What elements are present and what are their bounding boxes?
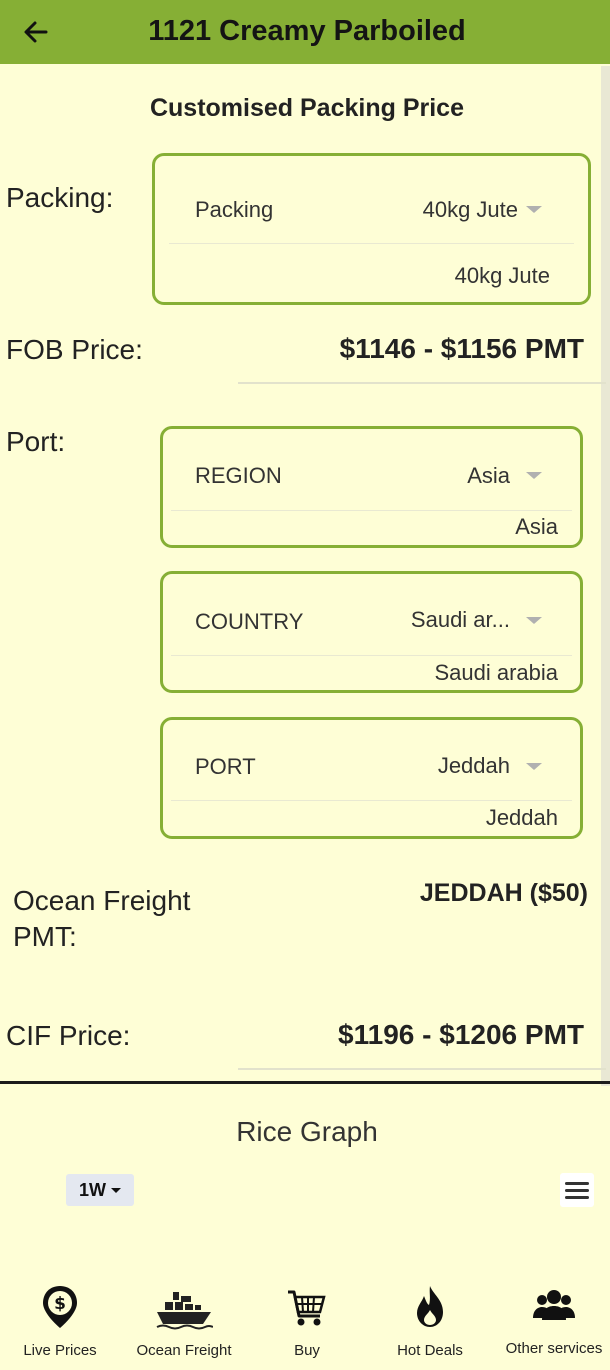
chevron-down-icon [526, 617, 542, 624]
packing-label: Packing: [6, 182, 114, 213]
packing-select[interactable]: Packing 40kg Jute 40kg Jute [152, 153, 591, 305]
ocean-freight-value: JEDDAH ($50) [419, 879, 588, 907]
port-select-label: PORT [195, 754, 256, 779]
scrollbar[interactable] [601, 66, 610, 1086]
packing-current-value: 40kg Jute [454, 263, 550, 288]
hamburger-menu-icon[interactable] [560, 1173, 594, 1207]
graph-title: Rice Graph [236, 1116, 378, 1147]
nav-label: Hot Deals [397, 1342, 463, 1359]
divider [238, 1068, 606, 1070]
nav-item-live-prices[interactable]: $ Live Prices [0, 1284, 121, 1359]
cif-label: CIF Price: [6, 1020, 131, 1051]
app-bar: 1121 Creamy Parboiled [0, 0, 610, 64]
country-select-value: Saudi ar... [410, 607, 510, 632]
packing-divider [169, 243, 574, 244]
nav-item-ocean-freight[interactable]: Ocean Freight [123, 1284, 245, 1359]
users-icon [533, 1290, 575, 1320]
region-select-value: Asia [467, 463, 510, 488]
nav-item-hot-deals[interactable]: Hot Deals [369, 1284, 491, 1359]
bottom-navigation: $ Live Prices Ocean Freight Buy Hot Deal… [0, 1270, 610, 1370]
country-select-label: COUNTRY [195, 609, 304, 634]
divider [238, 382, 606, 384]
range-selector-button[interactable]: 1W [66, 1174, 134, 1206]
page-title: 1121 Creamy Parboiled [148, 15, 466, 47]
svg-text:$: $ [54, 1294, 66, 1314]
range-selector-label: 1W [79, 1179, 106, 1200]
port-current-value: Jeddah [485, 805, 558, 830]
packing-select-label: Packing [195, 197, 274, 222]
section-divider [0, 1081, 610, 1084]
ocean-freight-label-line2: PMT: [13, 921, 77, 952]
chevron-down-icon [526, 472, 542, 479]
ship-icon [156, 1292, 213, 1330]
port-divider [171, 800, 572, 801]
port-label: Port: [6, 426, 66, 457]
region-select[interactable]: REGION Asia Asia [160, 426, 583, 548]
region-current-value: Asia [515, 514, 558, 539]
fire-icon [417, 1286, 443, 1327]
nav-label: Live Prices [23, 1342, 97, 1359]
section-title: Customised Packing Price [149, 94, 464, 122]
chevron-down-icon [526, 763, 542, 770]
cif-price-value: $1196 - $1206 PMT [338, 1019, 584, 1050]
cart-icon [288, 1290, 326, 1326]
packing-select-value: 40kg Jute [422, 197, 518, 222]
chevron-down-icon [111, 1187, 121, 1193]
ocean-freight-label-line1: Ocean Freight [13, 885, 191, 916]
nav-label: Other services [505, 1340, 603, 1357]
nav-label: Buy [294, 1342, 320, 1359]
nav-item-buy[interactable]: Buy [246, 1284, 368, 1359]
fob-price-value: $1146 - $1156 PMT [339, 333, 584, 364]
country-current-value: Saudi arabia [434, 660, 558, 685]
region-divider [171, 510, 572, 511]
chevron-down-icon [526, 206, 542, 213]
nav-item-other-services[interactable]: Other services [493, 1284, 610, 1357]
nav-label: Ocean Freight [136, 1342, 232, 1359]
country-divider [171, 655, 572, 656]
country-select[interactable]: COUNTRY Saudi ar... Saudi arabia [160, 571, 583, 693]
port-select-value: Jeddah [437, 753, 510, 778]
region-select-label: REGION [195, 463, 282, 488]
port-select[interactable]: PORT Jeddah Jeddah [160, 717, 583, 839]
dollar-pin-icon: $ [43, 1286, 77, 1328]
fob-label: FOB Price: [6, 334, 143, 365]
